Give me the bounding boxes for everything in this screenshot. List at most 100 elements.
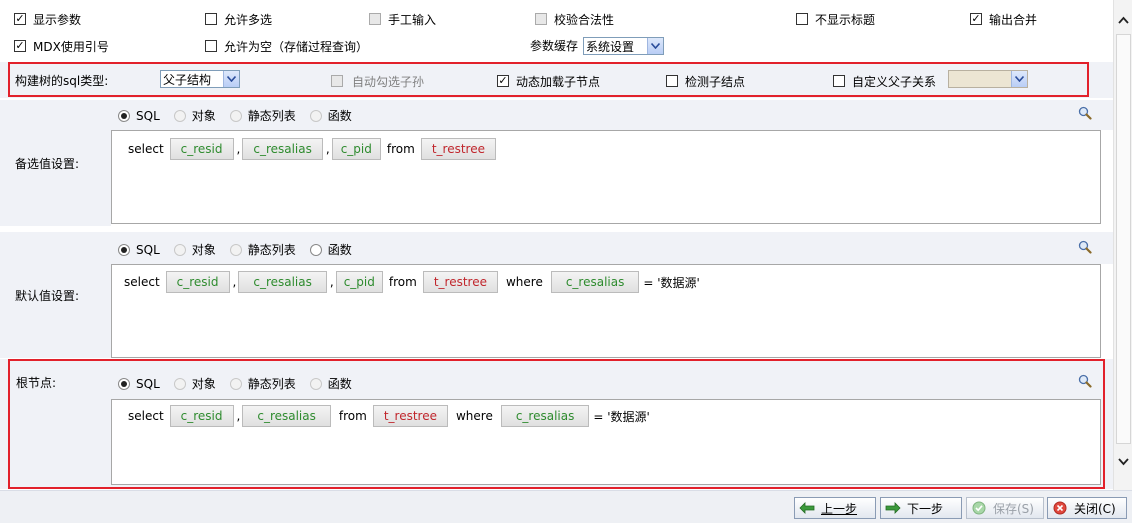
dynamic-load-label: 动态加载子节点 [516, 74, 601, 89]
tree-type-select[interactable]: 父子结构 [160, 70, 240, 88]
prev-step-button[interactable]: 上一步 [794, 497, 876, 519]
radio-object-label: 对象 [191, 243, 216, 257]
default-sql-editor[interactable]: select c_resid , c_resalias , c_pid from… [111, 264, 1101, 358]
chevron-down-icon[interactable] [647, 38, 663, 54]
allow-empty-label: 允许为空（存储过程查询） [224, 39, 369, 54]
sql-keyword: from [386, 142, 415, 156]
scrollbar-thumb[interactable] [1116, 34, 1131, 444]
chevron-down-icon[interactable] [1011, 71, 1027, 87]
validate-checkbox: 校验合法性 [535, 11, 614, 27]
custom-relation-checkbox[interactable]: 自定义父子关系 [833, 73, 936, 89]
hide-title-checkbox[interactable]: 不显示标题 [796, 11, 875, 27]
radio-function[interactable] [309, 243, 322, 256]
next-step-button[interactable]: 下一步 [880, 497, 962, 519]
check-children-label: 检测子结点 [685, 74, 746, 89]
radio-function [309, 109, 322, 122]
radio-function-label: 函数 [327, 109, 352, 123]
chevron-down-icon[interactable] [223, 71, 239, 87]
merge-output-checkbox[interactable]: ✓ 输出合并 [970, 11, 1037, 27]
custom-relation-label: 自定义父子关系 [852, 74, 937, 89]
sql-field-token[interactable]: c_resid [165, 271, 230, 293]
sql-field-token[interactable]: c_pid [335, 271, 383, 293]
auto-check-children-label: 自动勾选子孙 [352, 74, 425, 89]
cache-select-value: 系统设置 [586, 39, 635, 54]
allow-empty-checkbox[interactable]: 允许为空（存储过程查询） [205, 38, 368, 54]
hide-title-label: 不显示标题 [815, 12, 876, 27]
sql-condition-value: = '数据源' [643, 275, 700, 290]
cache-label: 参数缓存 [530, 39, 579, 53]
radio-object-label: 对象 [191, 109, 216, 123]
radio-function-label: 函数 [327, 243, 352, 257]
checkbox-box [369, 13, 381, 25]
sql-table-token[interactable]: t_restree [420, 138, 496, 160]
close-button[interactable]: 关闭(C) [1047, 497, 1127, 519]
default-label: 默认值设置: [15, 288, 80, 303]
sql-field-token[interactable]: c_pid [331, 138, 381, 160]
radio-object [173, 109, 186, 122]
search-icon[interactable] [1078, 106, 1092, 120]
dynamic-load-checkbox[interactable]: ✓ 动态加载子节点 [497, 73, 600, 89]
candidate-source-radios: SQL 对象 静态列表 函数 [118, 107, 366, 124]
sql-table-token[interactable]: t_restree [422, 271, 498, 293]
default-sql-line: select c_resid , c_resalias , c_pid from… [118, 271, 704, 293]
default-label-cell: 默认值设置: [0, 232, 111, 358]
candidate-label: 备选值设置: [15, 156, 80, 171]
candidate-sql-editor[interactable]: select c_resid , c_resalias , c_pid from… [111, 130, 1101, 224]
checkbox-box[interactable] [205, 13, 217, 25]
checkbox-box [331, 75, 343, 87]
forward-arrow-icon [885, 500, 901, 516]
radio-sql-label: SQL [136, 108, 160, 123]
checkbox-box[interactable] [666, 75, 678, 87]
checkbox-box [535, 13, 547, 25]
radio-sql-label: SQL [136, 242, 160, 257]
close-icon [1052, 500, 1068, 516]
validate-label: 校验合法性 [554, 12, 615, 27]
next-step-label: 下一步 [907, 501, 944, 516]
sql-keyword: select [124, 275, 160, 289]
checkbox-box[interactable] [833, 75, 845, 87]
radio-static-list-label: 静态列表 [247, 243, 296, 257]
highlight-root-section [8, 359, 1105, 489]
custom-relation-select[interactable] [948, 70, 1028, 88]
show-params-label: 显示参数 [33, 12, 82, 27]
radio-object [173, 243, 186, 256]
check-children-checkbox[interactable]: 检测子结点 [666, 73, 745, 89]
vertical-scrollbar[interactable] [1113, 0, 1132, 490]
checkbox-box[interactable] [205, 40, 217, 52]
sql-field-token[interactable]: c_resalias [238, 271, 327, 293]
default-source-radios: SQL 对象 静态列表 函数 [118, 241, 366, 258]
tree-type-value: 父子结构 [163, 72, 212, 87]
merge-output-label: 输出合并 [989, 12, 1038, 27]
close-label: 关闭(C) [1074, 501, 1116, 516]
tree-type-label: 构建树的sql类型: [15, 74, 109, 88]
search-icon[interactable] [1078, 240, 1092, 254]
radio-sql[interactable] [118, 243, 130, 256]
sql-keyword: from [388, 275, 417, 289]
sql-keyword: select [128, 142, 164, 156]
radio-static-list-label: 静态列表 [247, 109, 296, 123]
mdx-quotes-checkbox[interactable]: ✓ MDX使用引号 [14, 38, 109, 54]
checkbox-box[interactable]: ✓ [14, 13, 26, 25]
sql-field-token[interactable]: c_resalias [242, 138, 323, 160]
scroll-up-icon[interactable] [1116, 12, 1131, 27]
checkbox-box[interactable]: ✓ [970, 13, 982, 25]
checkbox-box[interactable]: ✓ [497, 75, 509, 87]
checkbox-box[interactable]: ✓ [14, 40, 26, 52]
cache-select[interactable]: 系统设置 [583, 37, 664, 55]
back-arrow-icon [799, 500, 815, 516]
save-label: 保存(S) [993, 501, 1034, 516]
scroll-down-icon[interactable] [1116, 454, 1131, 469]
sql-field-token[interactable]: c_resalias [550, 271, 640, 293]
sql-field-token[interactable]: c_resid [169, 138, 234, 160]
auto-check-children-checkbox: 自动勾选子孙 [331, 73, 424, 89]
radio-sql[interactable] [118, 109, 130, 122]
allow-multi-checkbox[interactable]: 允许多选 [205, 11, 272, 27]
allow-multi-label: 允许多选 [224, 12, 273, 27]
mdx-quotes-label: MDX使用引号 [33, 39, 109, 54]
candidate-sql-line: select c_resid , c_resalias , c_pid from… [122, 138, 496, 160]
check-circle-icon [971, 500, 987, 516]
show-params-checkbox[interactable]: ✓ 显示参数 [14, 11, 81, 27]
radio-static-list [229, 243, 242, 256]
checkbox-box[interactable] [796, 13, 808, 25]
prev-step-label: 上一步 [821, 501, 858, 516]
